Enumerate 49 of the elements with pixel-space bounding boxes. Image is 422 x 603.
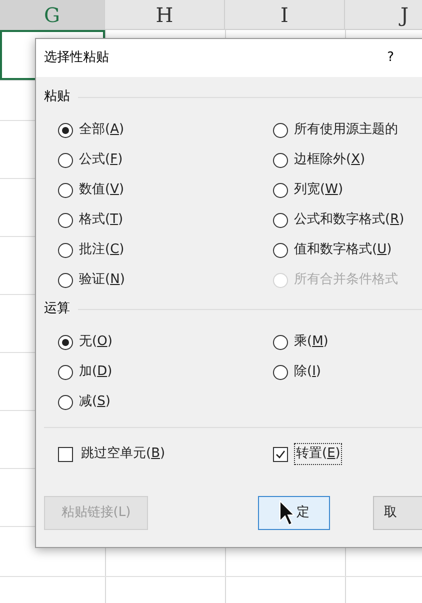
option-label: 验证(N) [79,272,125,288]
option-label: 除(I) [294,364,321,380]
checkbox[interactable] [58,446,73,462]
column-header[interactable]: H [105,0,225,29]
cursor-icon [278,500,294,526]
radio-button[interactable] [58,122,73,138]
help-button[interactable]: ? [383,48,398,68]
option-label: 减(S) [79,394,110,410]
radio-button[interactable] [58,394,73,410]
ok-button[interactable]: 定 [258,496,330,530]
option-label: 值和数字格式(U) [294,242,392,258]
section-heading: 运算 [44,300,70,318]
column-header[interactable]: J [345,0,422,29]
option-label: 跳过空单元(B) [80,445,166,464]
radio-button[interactable] [273,334,288,350]
radio-button[interactable] [58,334,73,350]
option-label: 边框除外(X) [294,152,366,168]
option-label: 加(D) [79,364,112,380]
dialog-title: 选择性粘贴 [44,49,109,68]
section-heading: 粘贴 [44,88,70,106]
option-label: 公式和数字格式(R) [294,212,404,228]
radio-button[interactable] [273,152,288,168]
option-label: 所有合并条件格式 [294,272,398,288]
column-header[interactable]: I [225,0,345,29]
option-label: 所有使用源主题的 [294,122,398,138]
option-label: 转置(E) [294,443,342,465]
radio-button[interactable] [58,364,73,380]
column-header[interactable]: G [0,0,105,29]
radio-button[interactable] [58,272,73,288]
option-label: 无(O) [79,334,112,350]
radio-button[interactable] [273,364,288,380]
option-label: 公式(F) [79,152,123,168]
radio-button[interactable] [58,242,73,258]
cancel-button[interactable]: 取 [373,496,422,530]
option-label: 批注(C) [79,242,124,258]
radio-button[interactable] [273,122,288,138]
checkbox[interactable] [273,446,288,462]
option-label: 全部(A) [79,122,124,138]
radio-button[interactable] [58,152,73,168]
radio-button[interactable] [273,212,288,228]
option-label: 列宽(W) [294,182,344,198]
radio-button[interactable] [273,242,288,258]
option-label: 乘(M) [294,334,328,350]
radio-button[interactable] [58,212,73,228]
check-icon [275,448,286,460]
radio-button[interactable] [58,182,73,198]
option-label: 格式(T) [79,212,124,228]
radio-button[interactable] [273,182,288,198]
option-label: 数值(V) [79,182,124,198]
